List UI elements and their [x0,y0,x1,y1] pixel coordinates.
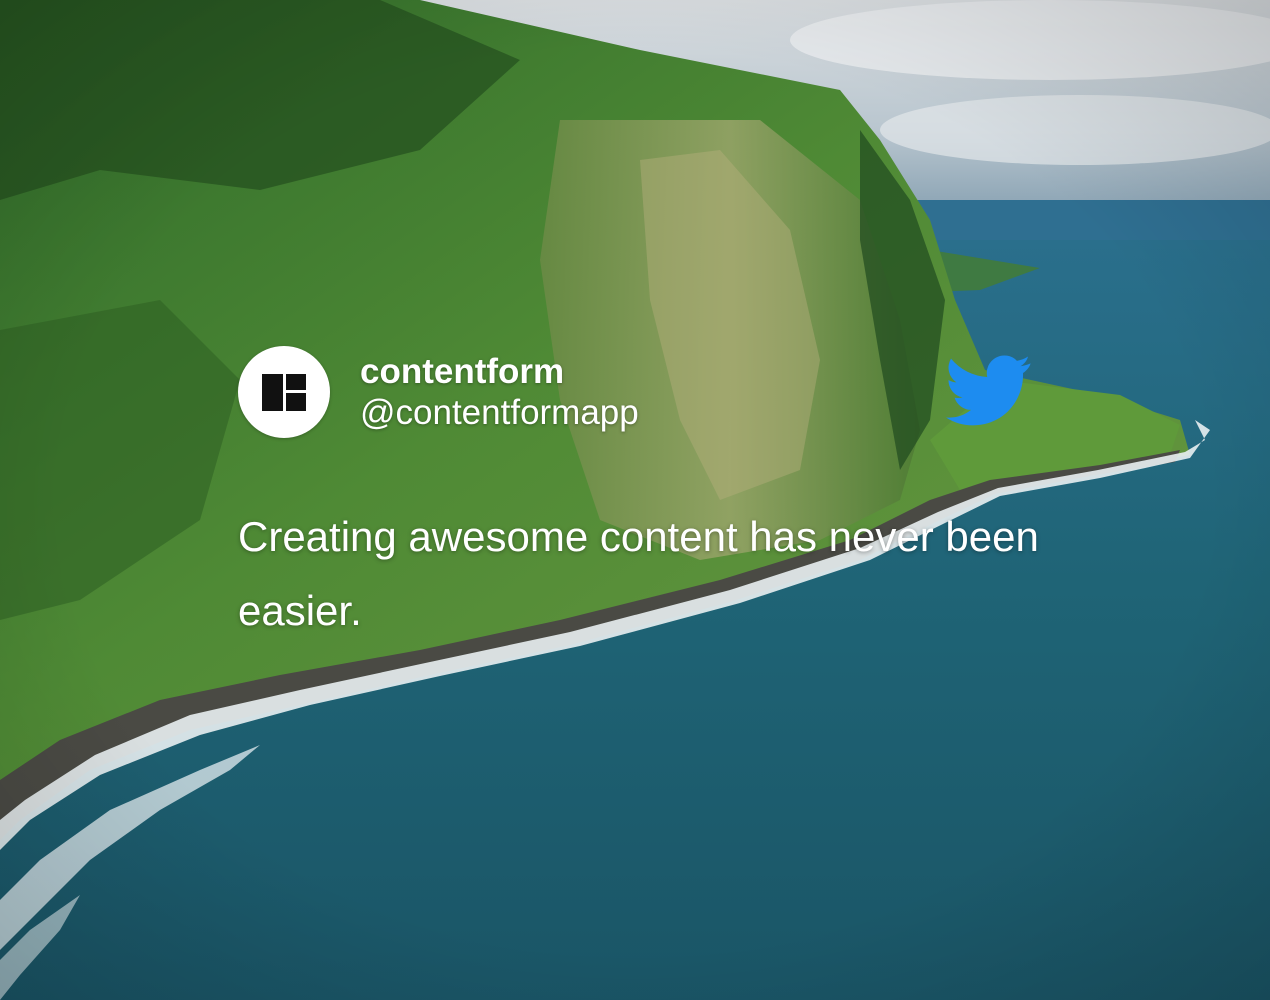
contentform-logo-icon [262,374,306,411]
account-name[interactable]: contentform [360,352,564,392]
account-handle[interactable]: @contentformapp [360,393,639,433]
twitter-bird-icon[interactable] [946,354,1032,430]
tweet-text: Creating awesome content has never been … [238,513,1039,634]
avatar[interactable] [238,346,330,438]
